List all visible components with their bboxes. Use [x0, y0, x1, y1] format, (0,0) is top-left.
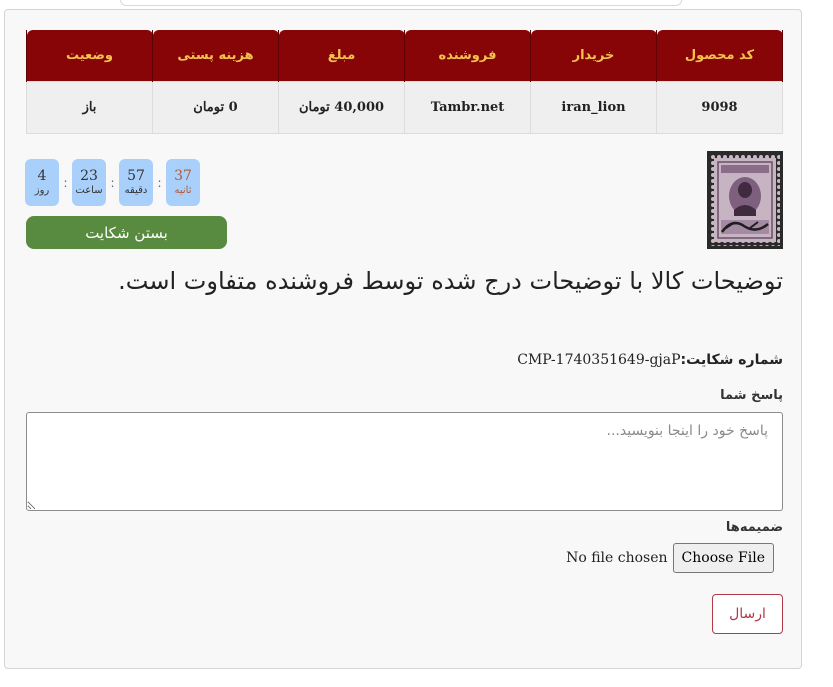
table-header-row: کد محصول خریدار فروشنده مبلغ هزینه پستی … — [26, 30, 783, 82]
product-stamp-image[interactable] — [707, 151, 783, 249]
timer-minutes: 57 دقیقه — [119, 159, 153, 206]
header-product-code: کد محصول — [656, 30, 783, 82]
complaint-number: شماره شکایت:CMP-1740351649-gjaP — [26, 352, 783, 368]
table-row: 9098 iran_lion Tambr.net 40,000 تومان 0 … — [26, 81, 783, 134]
timer-seconds: 37 ثانیه — [166, 159, 200, 206]
reply-textarea[interactable] — [26, 412, 783, 511]
timer-hours: 23 ساعت — [72, 159, 106, 206]
countdown-timer: 37 ثانیه : 57 دقیقه : 23 ساعت : 4 روز — [25, 159, 200, 206]
timer-separator: : — [110, 175, 115, 190]
timer-days-label: روز — [34, 184, 50, 196]
cell-status: باز — [26, 81, 153, 134]
timer-minutes-label: دقیقه — [124, 184, 148, 196]
file-status: No file chosen — [566, 550, 668, 566]
timer-minutes-value: 57 — [127, 167, 145, 184]
complaint-title: توضیحات کالا با توضیحات درج شده توسط فرو… — [118, 267, 783, 295]
cell-product-code: 9098 — [656, 81, 783, 134]
complaint-number-value: CMP-1740351649-gjaP — [517, 352, 681, 368]
timer-hours-value: 23 — [80, 167, 98, 184]
choose-file-button[interactable]: Choose File — [672, 543, 774, 573]
timer-seconds-value: 37 — [174, 167, 192, 184]
timer-separator: : — [63, 175, 68, 190]
reply-label: پاسخ شما — [720, 388, 783, 403]
timer-hours-label: ساعت — [75, 184, 103, 196]
close-complaint-button[interactable]: بستن شکایت — [26, 216, 227, 249]
order-table: کد محصول خریدار فروشنده مبلغ هزینه پستی … — [26, 30, 783, 134]
attachments-label: ضمیمه‌ها — [725, 520, 783, 535]
timer-days-value: 4 — [37, 167, 47, 184]
stamp-picture — [710, 154, 780, 246]
top-search-bar-edge — [120, 0, 682, 6]
cell-buyer: iran_lion — [530, 81, 657, 134]
cell-seller: Tambr.net — [404, 81, 531, 134]
timer-days: 4 روز — [25, 159, 59, 206]
complaint-number-label: شماره شکایت: — [680, 352, 783, 368]
send-button[interactable]: ارسال — [712, 594, 783, 634]
header-amount: مبلغ — [278, 30, 405, 82]
file-input[interactable]: No file chosen Choose File — [566, 543, 774, 573]
cell-amount: 40,000 تومان — [278, 81, 405, 134]
header-buyer: خریدار — [530, 30, 657, 82]
header-shipping-cost: هزینه پستی — [152, 30, 279, 82]
timer-seconds-label: ثانیه — [174, 184, 192, 196]
header-status: وضعیت — [26, 30, 153, 82]
complaint-card: کد محصول خریدار فروشنده مبلغ هزینه پستی … — [4, 9, 802, 669]
header-seller: فروشنده — [404, 30, 531, 82]
timer-separator: : — [157, 175, 162, 190]
cell-shipping-cost: 0 تومان — [152, 81, 279, 134]
